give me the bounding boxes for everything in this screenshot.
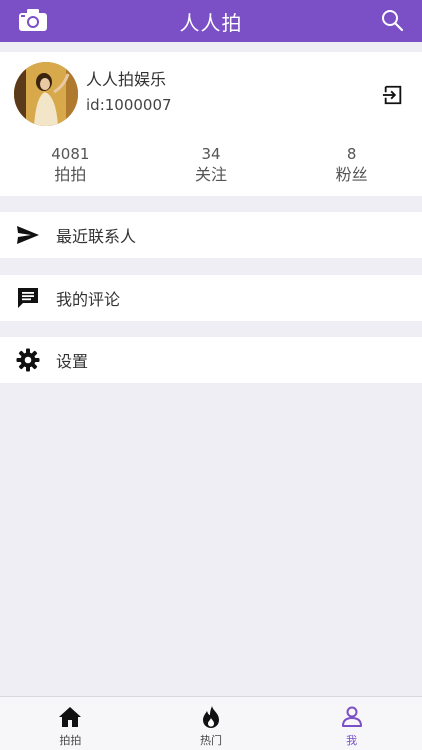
app-root: 人人拍 人人拍娱乐 id:1000007 4081 拍拍 34 关注 8 粉丝 … — [0, 0, 422, 750]
menu-item-label: 我的评论 — [56, 290, 121, 309]
tab-home[interactable]: 拍拍 — [0, 697, 141, 750]
menu-item-label: 最近联系人 — [56, 227, 137, 246]
stat-posts-label: 拍拍 — [54, 165, 87, 184]
avatar-image — [14, 62, 78, 126]
tab-home-label: 拍拍 — [59, 734, 82, 747]
gear-icon — [16, 348, 40, 372]
stat-following-value: 34 — [201, 145, 221, 163]
tab-me-label: 我 — [346, 734, 358, 747]
stat-followers-value: 8 — [346, 145, 357, 163]
stat-followers[interactable]: 8 粉丝 — [281, 144, 422, 188]
stat-following[interactable]: 34 关注 — [141, 144, 282, 188]
search-icon[interactable] — [380, 8, 404, 32]
send-icon — [17, 226, 39, 244]
menu-item-recent-contacts[interactable]: 最近联系人 — [0, 212, 422, 258]
menu-item-my-comments[interactable]: 我的评论 — [0, 275, 422, 321]
bottom-tab-bar: 拍拍 热门 我 — [0, 696, 422, 750]
comment-icon — [18, 288, 38, 308]
user-icon — [341, 706, 362, 727]
flame-icon — [203, 706, 219, 728]
stat-posts[interactable]: 4081 拍拍 — [0, 144, 141, 188]
camera-icon[interactable] — [18, 8, 48, 32]
logout-icon[interactable] — [382, 84, 404, 106]
stat-following-label: 关注 — [195, 165, 228, 184]
tab-me[interactable]: 我 — [281, 697, 422, 750]
stat-posts-value: 4081 — [51, 145, 90, 163]
menu-item-label: 设置 — [56, 352, 89, 371]
page-title: 人人拍 — [179, 10, 243, 35]
stat-followers-label: 粉丝 — [335, 165, 368, 184]
profile-stats: 4081 拍拍 34 关注 8 粉丝 — [0, 144, 422, 188]
profile-id: id:1000007 — [86, 96, 172, 114]
top-bar: 人人拍 — [0, 0, 422, 42]
menu-item-settings[interactable]: 设置 — [0, 337, 422, 383]
profile-card: 人人拍娱乐 id:1000007 4081 拍拍 34 关注 8 粉丝 — [0, 52, 422, 196]
home-icon — [59, 707, 82, 727]
profile-name: 人人拍娱乐 — [86, 70, 167, 89]
tab-hot[interactable]: 热门 — [141, 697, 282, 750]
tab-hot-label: 热门 — [200, 734, 222, 747]
avatar[interactable] — [14, 62, 78, 126]
